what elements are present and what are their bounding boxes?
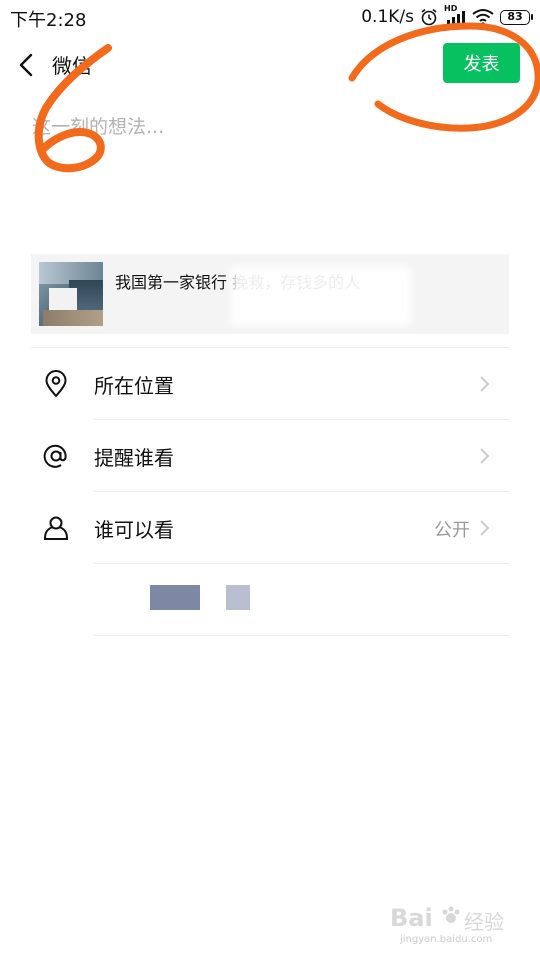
location-pin-icon: [45, 370, 67, 398]
visibility-option[interactable]: 谁可以看 公开: [0, 492, 540, 564]
location-label: 所在位置: [94, 374, 174, 398]
watermark-url: jingyan.baidu.com: [400, 934, 493, 945]
watermark-brand: Bai: [390, 904, 433, 932]
status-bar: 下午2:28 0.1K/s HD 83: [0, 0, 540, 34]
signal-icon: [447, 11, 465, 26]
header: 微信 发表: [0, 34, 540, 96]
link-thumbnail: [39, 262, 103, 326]
battery-icon: 83: [500, 9, 533, 25]
thumb-ground: [43, 310, 103, 326]
page-title: 微信: [52, 54, 92, 78]
person-icon: [43, 516, 69, 540]
divider: [94, 635, 509, 636]
status-time: 下午2:28: [10, 10, 87, 31]
thought-input[interactable]: [32, 112, 508, 232]
status-icons: 0.1K/s HD 83: [361, 4, 533, 28]
visibility-label: 谁可以看: [94, 518, 174, 542]
redacted-block: [226, 585, 250, 610]
back-arrow-icon[interactable]: [14, 50, 40, 80]
network-speed: 0.1K/s: [361, 7, 414, 27]
divider: [94, 563, 509, 564]
baidu-watermark: Bai 经验 jingyan.baidu.com: [390, 900, 520, 950]
link-blur-mask: [231, 266, 411, 326]
alarm-icon: [421, 8, 437, 26]
chevron-right-icon: [480, 448, 490, 464]
signal-indicator: HD: [444, 4, 466, 27]
chevron-right-icon: [480, 376, 490, 392]
redacted-block: [150, 585, 200, 610]
shared-link-card[interactable]: 我国第一家银行 挽救，存钱多的人: [31, 254, 509, 334]
paw-logo-icon: [442, 906, 460, 923]
remind-option[interactable]: 提醒谁看: [0, 420, 540, 492]
publish-button[interactable]: 发表: [443, 43, 520, 83]
at-sign-icon: [43, 444, 67, 468]
visibility-value: 公开: [434, 520, 470, 541]
watermark-product: 经验: [464, 910, 504, 934]
location-option[interactable]: 所在位置: [0, 348, 540, 420]
remind-label: 提醒谁看: [94, 446, 174, 470]
wifi-icon: [472, 9, 494, 26]
chevron-right-icon: [480, 520, 490, 536]
